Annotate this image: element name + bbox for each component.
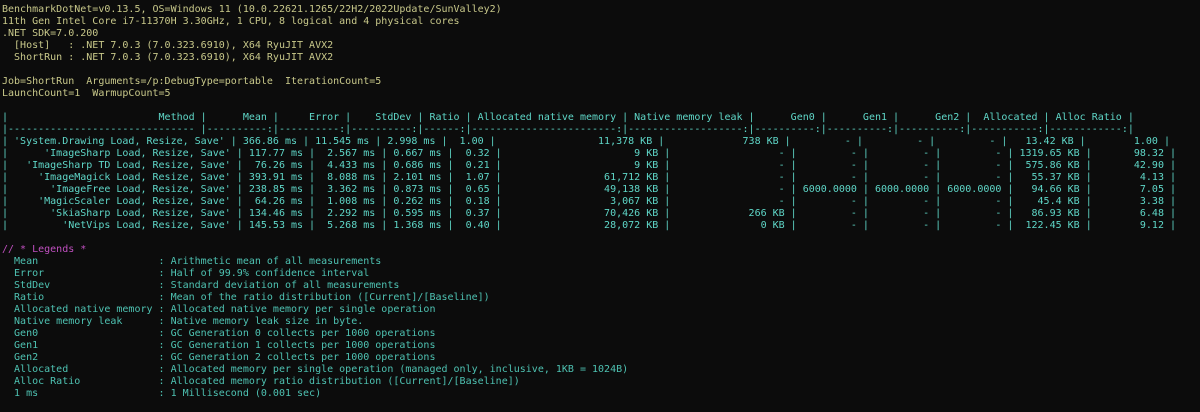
legend-item: Mean : Arithmetic mean of all measuremen… [2, 256, 382, 267]
legend-item: Gen1 : GC Generation 1 collects per 1000… [2, 340, 436, 351]
table-row: | 'ImageFree Load, Resize, Save' | 238.8… [2, 184, 1176, 195]
legend-item: Alloc Ratio : Allocated memory ratio dis… [2, 376, 520, 387]
table-header: | Method | Mean | Error | StdDev | Ratio… [2, 112, 1134, 123]
legend-item: Ratio : Mean of the ratio distribution (… [2, 292, 490, 303]
legend-item: Error : Half of 99.9% confidence interva… [2, 268, 370, 279]
job-config-line: Job=ShortRun Arguments=/p:DebugType=port… [2, 76, 382, 87]
table-row: | 'System.Drawing Load, Resize, Save' | … [2, 136, 1170, 147]
launch-config-line: LaunchCount=1 WarmupCount=5 [2, 88, 171, 99]
env-benchmark-line: BenchmarkDotNet=v0.13.5, OS=Windows 11 (… [2, 4, 502, 15]
legend-item: Allocated native memory : Allocated nati… [2, 304, 436, 315]
table-row: | 'NetVips Load, Resize, Save' | 145.53 … [2, 220, 1176, 231]
table-row: | 'MagicScaler Load, Resize, Save' | 64.… [2, 196, 1176, 207]
env-cpu-line: 11th Gen Intel Core i7-11370H 3.30GHz, 1… [2, 16, 460, 27]
legend-item: Native memory leak : Native memory leak … [2, 316, 364, 327]
table-row: | 'SkiaSharp Load, Resize, Save' | 134.4… [2, 208, 1176, 219]
legend-item: Gen0 : GC Generation 0 collects per 1000… [2, 328, 436, 339]
table-row: | 'ImageSharp Load, Resize, Save' | 117.… [2, 148, 1176, 159]
legends-title: // * Legends * [2, 244, 87, 255]
env-host-line: [Host] : .NET 7.0.3 (7.0.323.6910), X64 … [2, 40, 334, 51]
table-row: | 'ImageSharp TD Load, Resize, Save' | 7… [2, 160, 1176, 171]
env-sdk-line: .NET SDK=7.0.200 [2, 28, 99, 39]
table-separator: |------------------------------- |------… [2, 124, 1134, 135]
terminal-output: BenchmarkDotNet=v0.13.5, OS=Windows 11 (… [2, 4, 1198, 400]
table-row: | 'ImageMagick Load, Resize, Save' | 393… [2, 172, 1176, 183]
env-shortrun-line: ShortRun : .NET 7.0.3 (7.0.323.6910), X6… [2, 52, 334, 63]
legend-item: 1 ms : 1 Millisecond (0.001 sec) [2, 388, 322, 399]
legend-item: StdDev : Standard deviation of all measu… [2, 280, 400, 291]
legend-item: Allocated : Allocated memory per single … [2, 364, 629, 375]
legend-item: Gen2 : GC Generation 2 collects per 1000… [2, 352, 436, 363]
